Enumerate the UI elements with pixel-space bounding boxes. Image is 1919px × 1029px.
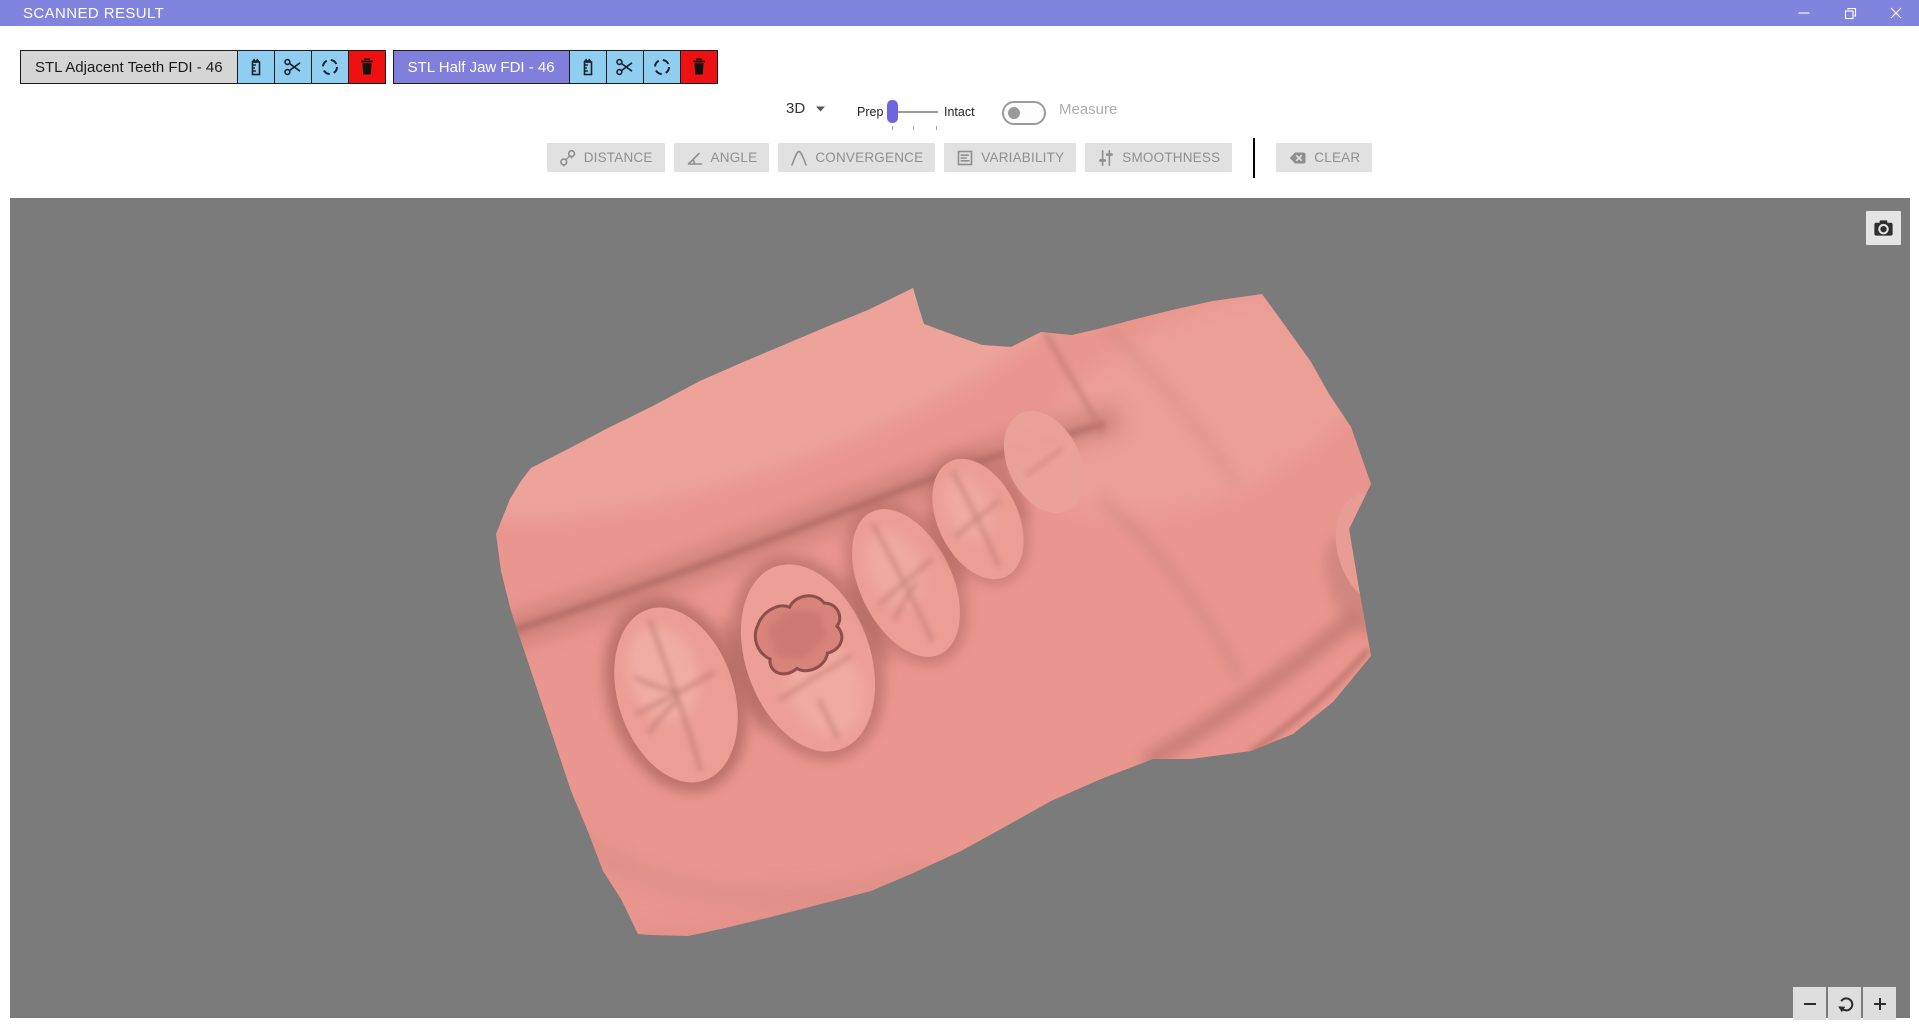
view-mode-value: 3D: [786, 100, 806, 117]
slider-label-intact: Intact: [944, 105, 975, 119]
titlebar: SCANNED RESULT: [0, 0, 1919, 26]
slider-label-prep: Prep: [857, 105, 884, 119]
ruler-icon: [583, 58, 592, 76]
camera-icon: [1874, 220, 1893, 236]
reset-view-icon: [1837, 996, 1853, 1012]
scissors-icon: [615, 58, 633, 76]
convergence-icon: [791, 150, 808, 166]
convergence-button[interactable]: CONVERGENCE: [778, 143, 936, 172]
view-mode-dropdown[interactable]: 3D: [786, 100, 826, 117]
chip-adjacent-teeth-label[interactable]: STL Adjacent Teeth FDI - 46: [21, 51, 237, 83]
delete-icon: [360, 58, 373, 75]
selection-marquee-icon: [653, 59, 670, 75]
select-region-button[interactable]: [643, 51, 680, 83]
cut-button[interactable]: [274, 51, 311, 83]
dental-scan-mesh: [496, 288, 1371, 936]
slider-tick: [892, 126, 893, 130]
measure-toggle[interactable]: [1002, 101, 1046, 125]
zoom-in-button[interactable]: [1863, 987, 1896, 1020]
angle-icon: [687, 152, 702, 165]
measure-ruler-button[interactable]: [237, 51, 274, 83]
distance-icon: [559, 149, 575, 166]
viewport-3d[interactable]: [10, 198, 1910, 1020]
measure-ruler-button[interactable]: [569, 51, 606, 83]
delete-scan-button[interactable]: [348, 51, 385, 83]
selection-marquee-icon: [321, 59, 338, 75]
chevron-down-icon: [816, 106, 826, 111]
chip-half-jaw: STL Half Jaw FDI - 46: [392, 50, 718, 84]
clear-backspace-icon: [1290, 152, 1306, 163]
scan-file-chips: STL Adjacent Teeth FDI - 46 STL Half Jaw…: [20, 50, 718, 84]
slider-thumb[interactable]: [887, 100, 898, 123]
minimize-icon: [1798, 12, 1810, 14]
chip-adjacent-teeth: STL Adjacent Teeth FDI - 46: [20, 50, 386, 84]
chip-half-jaw-label[interactable]: STL Half Jaw FDI - 46: [393, 51, 569, 83]
analysis-toolbar: DISTANCE ANGLE CONVERGENCE VARIABILITY S…: [0, 138, 1919, 178]
window-controls: [1781, 0, 1919, 26]
viewport-zoom-controls: [1793, 987, 1896, 1020]
zoom-out-icon: [1803, 1002, 1816, 1005]
angle-button[interactable]: ANGLE: [673, 143, 770, 172]
close-button[interactable]: [1873, 0, 1919, 26]
cut-button[interactable]: [606, 51, 643, 83]
window-title: SCANNED RESULT: [23, 4, 165, 22]
reset-view-button[interactable]: [1828, 987, 1861, 1020]
zoom-out-button[interactable]: [1793, 987, 1826, 1020]
restore-icon: [1844, 7, 1856, 19]
toolbar-divider: [1253, 138, 1256, 178]
delete-scan-button[interactable]: [680, 51, 717, 83]
minimize-button[interactable]: [1781, 0, 1827, 26]
distance-button[interactable]: DISTANCE: [546, 143, 665, 172]
variability-icon: [957, 150, 973, 165]
scissors-icon: [283, 58, 301, 76]
ruler-icon: [251, 58, 260, 76]
variability-button[interactable]: VARIABILITY: [944, 143, 1077, 172]
zoom-in-icon: [1873, 997, 1886, 1010]
toggle-knob: [1008, 107, 1020, 119]
delete-icon: [692, 58, 705, 75]
select-region-button[interactable]: [311, 51, 348, 83]
clear-button[interactable]: CLEAR: [1276, 143, 1373, 172]
smoothness-button[interactable]: SMOOTHNESS: [1085, 143, 1233, 172]
prep-intact-slider[interactable]: [887, 99, 939, 131]
screenshot-button[interactable]: [1866, 211, 1901, 245]
restore-button[interactable]: [1827, 0, 1873, 26]
close-icon: [1890, 7, 1902, 19]
measure-label: Measure: [1059, 101, 1118, 118]
smoothness-icon: [1099, 149, 1114, 166]
slider-tick: [936, 126, 937, 130]
slider-tick: [913, 126, 914, 130]
